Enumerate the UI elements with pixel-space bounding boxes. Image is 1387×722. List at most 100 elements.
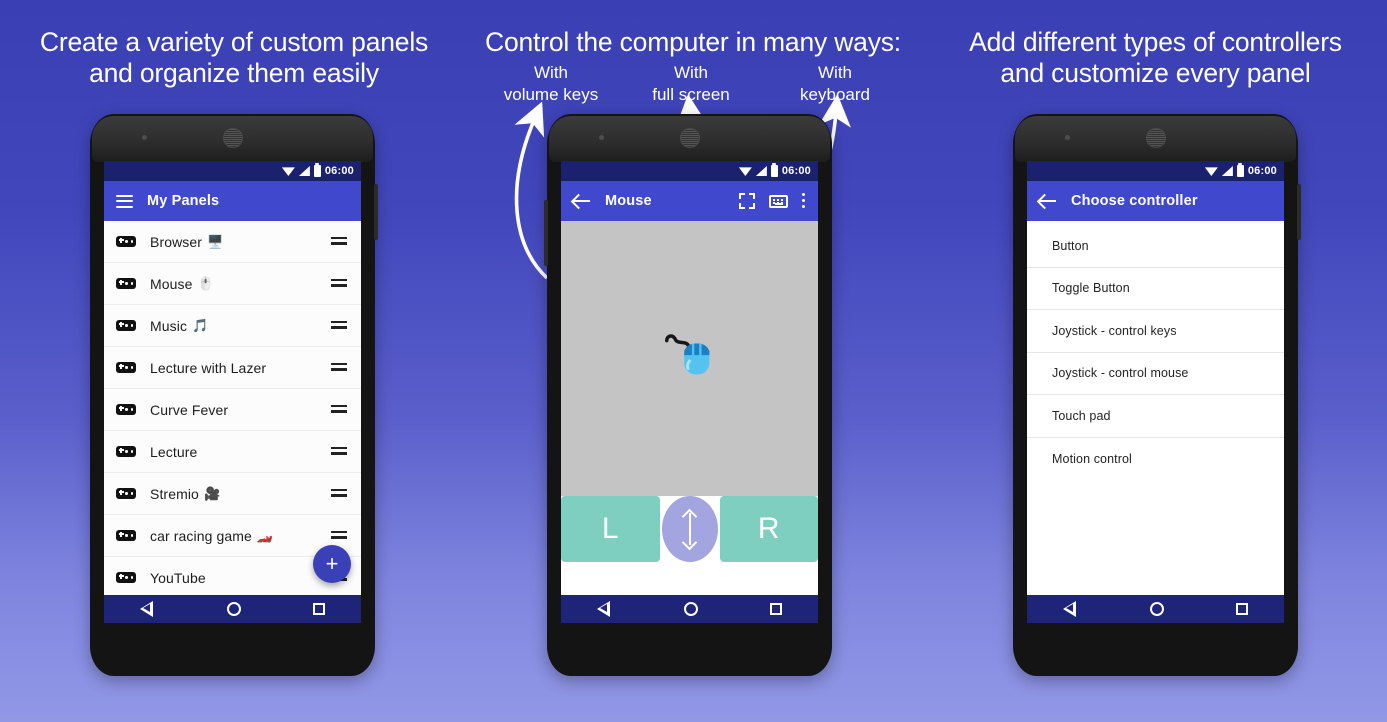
back-arrow-icon[interactable]	[573, 194, 591, 208]
volume-buttons[interactable]	[544, 200, 548, 266]
panel-list-item[interactable]: Mouse 🖱️	[104, 263, 361, 305]
panel-item-label: Lecture	[150, 444, 202, 460]
add-panel-fab[interactable]: +	[313, 545, 351, 583]
callout-keyboard: With keyboard	[800, 63, 870, 104]
panel-item-label: Browser 🖥️	[150, 234, 223, 250]
panel-item-text: Curve Fever	[150, 401, 229, 418]
gamepad-icon	[116, 278, 136, 289]
wifi-icon	[738, 167, 752, 176]
panel-item-text: Browser	[150, 233, 203, 250]
overflow-menu-icon[interactable]	[802, 193, 806, 209]
nav-home-icon[interactable]	[684, 602, 698, 616]
panel-list-item[interactable]: Curve Fever	[104, 389, 361, 431]
panel-list-item[interactable]: Lecture	[104, 431, 361, 473]
scroll-updown-icon	[681, 508, 698, 550]
controller-options-list: Button Toggle Button Joystick - control ke…	[1027, 221, 1284, 480]
status-bar: 06:00	[561, 161, 818, 181]
drag-handle-icon[interactable]	[331, 405, 347, 414]
back-arrow-icon[interactable]	[1039, 194, 1057, 208]
status-bar-time: 06:00	[781, 165, 811, 177]
status-bar: 06:00	[104, 161, 361, 181]
signal-icon	[755, 166, 767, 176]
headline-left: Create a variety of custom panels and or…	[39, 27, 429, 88]
front-camera-icon	[1065, 135, 1070, 140]
wifi-icon	[1204, 167, 1218, 176]
power-button[interactable]	[1297, 184, 1301, 240]
mouse-right-button[interactable]: R	[719, 496, 818, 562]
gamepad-icon	[116, 530, 136, 541]
drag-handle-icon[interactable]	[331, 531, 347, 540]
battery-icon	[770, 163, 778, 177]
gamepad-icon	[116, 404, 136, 415]
app-bar-my-panels: My Panels	[104, 181, 361, 221]
nav-recents-icon[interactable]	[1236, 603, 1248, 615]
earpiece-speaker-icon	[222, 128, 243, 148]
phone-right-screen: 06:00 Choose controller Button Toggle But…	[1027, 161, 1284, 623]
nav-recents-icon[interactable]	[770, 603, 782, 615]
panel-list-item[interactable]: Music 🎵	[104, 305, 361, 347]
panel-item-text: Lecture with Lazer	[150, 359, 267, 376]
panels-list: Browser 🖥️ Mouse 🖱️ Music 🎵 Lecture with Lazer…	[104, 221, 361, 599]
panel-item-emoji: 🖥️	[207, 234, 224, 249]
battery-icon	[313, 163, 321, 177]
drag-handle-icon[interactable]	[331, 363, 347, 372]
earpiece-speaker-icon	[679, 128, 700, 148]
controller-option-item[interactable]: Motion control	[1027, 438, 1284, 481]
phone-right: 06:00 Choose controller Button Toggle But…	[1013, 114, 1301, 676]
power-button[interactable]	[374, 184, 378, 240]
phone-left: 06:00 My Panels Browser 🖥️ Mouse 🖱️ Music 🎵 Le…	[90, 114, 378, 676]
status-bar-time: 06:00	[1247, 165, 1277, 177]
panel-list-item[interactable]: Browser 🖥️	[104, 221, 361, 263]
headline-middle: Control the computer in many ways:	[485, 27, 901, 57]
touchpad-area[interactable]	[561, 221, 818, 496]
drag-handle-icon[interactable]	[331, 489, 347, 498]
controller-option-item[interactable]: Toggle Button	[1027, 268, 1284, 310]
panel-item-label: Mouse 🖱️	[150, 276, 214, 292]
headline-right: Add different types of controllers and c…	[969, 27, 1342, 88]
phone-middle-screen: 06:00 Mouse L R	[561, 161, 818, 623]
controller-option-item[interactable]: Joystick - control mouse	[1027, 353, 1284, 395]
nav-home-icon[interactable]	[1150, 602, 1164, 616]
panel-item-text: Stremio	[150, 485, 199, 502]
panel-item-label: Curve Fever	[150, 402, 233, 418]
earpiece-speaker-icon	[1145, 128, 1166, 148]
panel-item-text: Music	[150, 317, 188, 334]
nav-home-icon[interactable]	[227, 602, 241, 616]
panel-list-item[interactable]: Stremio 🎥	[104, 473, 361, 515]
nav-recents-icon[interactable]	[313, 603, 325, 615]
drag-handle-icon[interactable]	[331, 447, 347, 456]
hamburger-icon[interactable]	[116, 194, 133, 208]
drag-handle-icon[interactable]	[331, 237, 347, 246]
battery-icon	[1236, 163, 1244, 177]
page-title: Choose controller	[1071, 193, 1198, 209]
panel-item-label: car racing game 🏎️	[150, 528, 273, 544]
gamepad-icon	[116, 236, 136, 247]
panel-item-emoji: 🏎️	[256, 528, 274, 543]
app-bar-mouse: Mouse	[561, 181, 818, 221]
controller-option-item[interactable]: Button	[1027, 225, 1284, 268]
gamepad-icon	[116, 446, 136, 457]
fullscreen-icon[interactable]	[739, 193, 755, 209]
panel-item-text: Lecture	[150, 443, 198, 460]
keyboard-icon[interactable]	[769, 194, 788, 208]
panel-item-emoji: 🖱️	[197, 276, 214, 291]
mouse-emoji	[664, 333, 709, 374]
front-camera-icon	[142, 135, 147, 140]
controller-option-item[interactable]: Touch pad	[1027, 395, 1284, 438]
signal-icon	[1221, 166, 1233, 176]
front-camera-icon	[599, 135, 604, 140]
signal-icon	[298, 166, 310, 176]
gamepad-icon	[116, 488, 136, 499]
panel-list-item[interactable]: Lecture with Lazer	[104, 347, 361, 389]
nav-back-icon[interactable]	[1063, 601, 1078, 617]
gamepad-icon	[116, 320, 136, 331]
controller-option-item[interactable]: Joystick - control keys	[1027, 310, 1284, 353]
mouse-left-button[interactable]: L	[561, 496, 660, 562]
drag-handle-icon[interactable]	[331, 321, 347, 330]
nav-back-icon[interactable]	[140, 601, 155, 617]
drag-handle-icon[interactable]	[331, 279, 347, 288]
status-bar: 06:00	[1027, 161, 1284, 181]
nav-back-icon[interactable]	[597, 601, 612, 617]
mouse-scroll-wheel[interactable]	[661, 496, 718, 562]
gamepad-icon	[116, 572, 136, 583]
